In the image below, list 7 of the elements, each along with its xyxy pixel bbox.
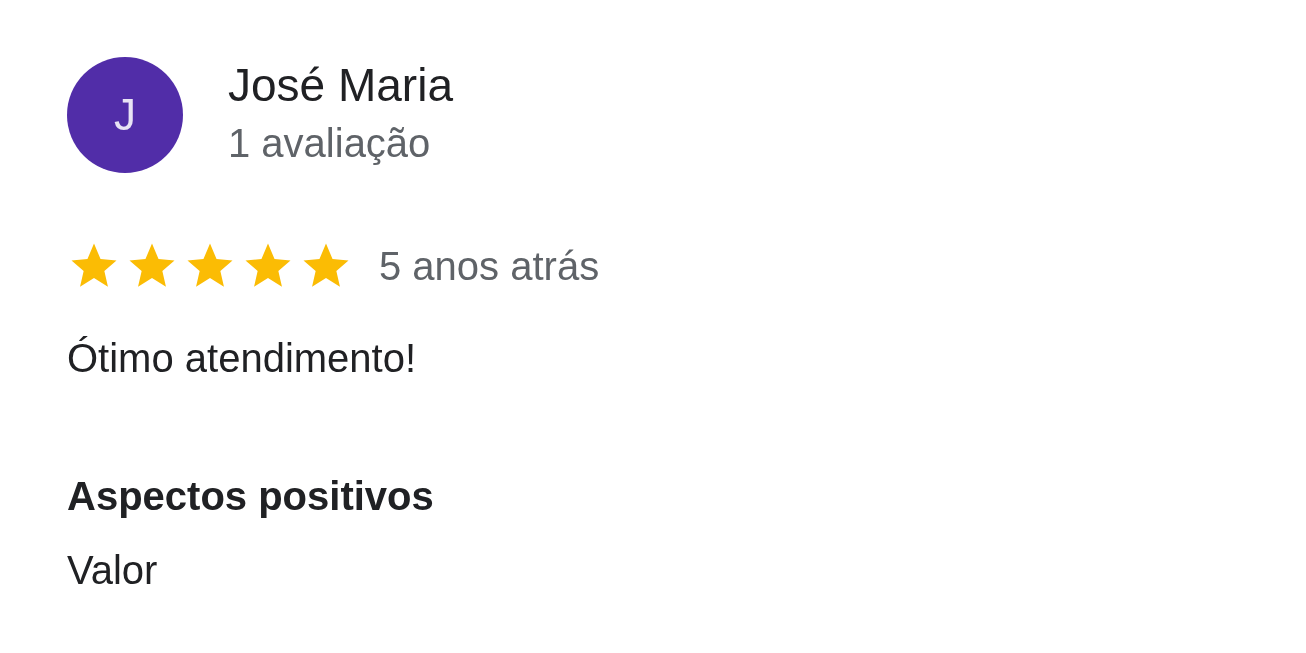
review-time: 5 anos atrás (379, 243, 600, 289)
review-text: Ótimo atendimento! (67, 335, 418, 382)
review-count: 1 avaliação (228, 120, 432, 167)
avatar: J (67, 57, 183, 173)
highlight-item: Valor (67, 547, 159, 594)
reviewer-name: José Maria (228, 58, 453, 113)
highlights-title: Aspectos positivos (67, 473, 435, 520)
